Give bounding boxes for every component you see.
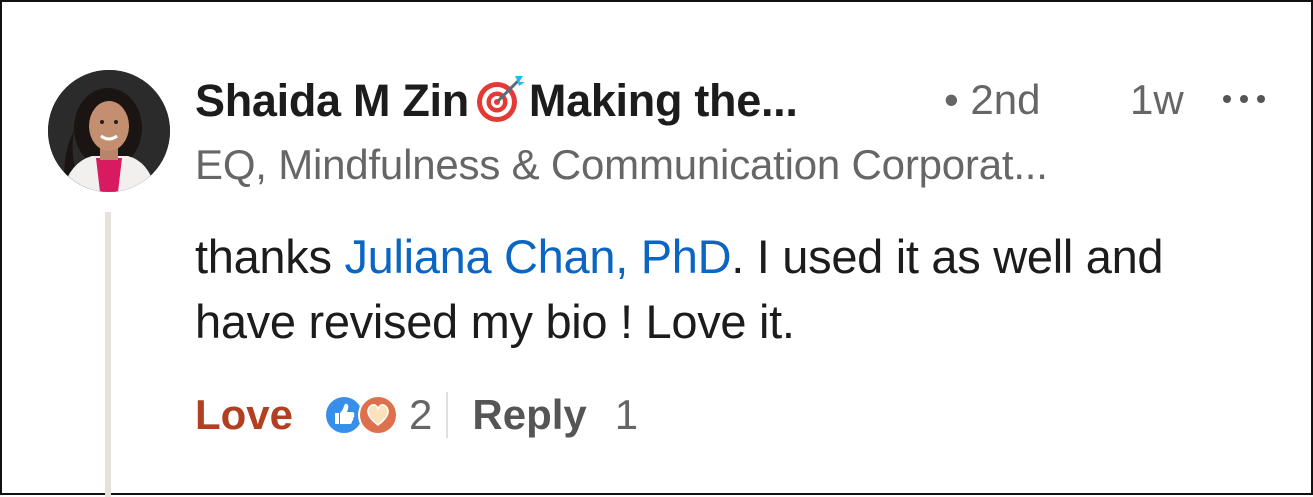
- action-divider: [446, 392, 449, 438]
- comment-body: thanks Juliana Chan, PhD. I used it as w…: [195, 224, 1275, 354]
- more-options-button[interactable]: [1223, 92, 1265, 106]
- comment-actions: Love 2 Reply 1: [195, 385, 638, 445]
- author-name[interactable]: Shaida M Zin Making the...: [195, 72, 798, 127]
- connection-degree: • 2nd: [944, 76, 1041, 123]
- mention-link[interactable]: Juliana Chan, PhD: [344, 230, 731, 283]
- direct-hit-target-icon: [473, 72, 527, 126]
- more-horizontal-icon: [1223, 95, 1231, 103]
- author-name-text: Shaida M Zin: [195, 75, 469, 126]
- comment-text-prefix: thanks: [195, 230, 345, 283]
- comment-card: Shaida M Zin Making the... • 2nd 1w EQ, …: [0, 0, 1313, 497]
- author-tagline: Making the...: [528, 75, 798, 126]
- reaction-count: 2: [409, 391, 433, 438]
- author-headline: EQ, Mindfulness & Communication Corporat…: [195, 141, 1048, 188]
- love-icon: [357, 394, 399, 436]
- reply-count[interactable]: 1: [615, 391, 638, 439]
- thread-line: [105, 212, 111, 497]
- avatar[interactable]: [48, 70, 170, 192]
- reaction-summary[interactable]: 2: [323, 391, 432, 439]
- timestamp: 1w: [1130, 76, 1184, 123]
- reply-button[interactable]: Reply: [472, 391, 586, 439]
- love-reaction-button[interactable]: Love: [195, 391, 293, 439]
